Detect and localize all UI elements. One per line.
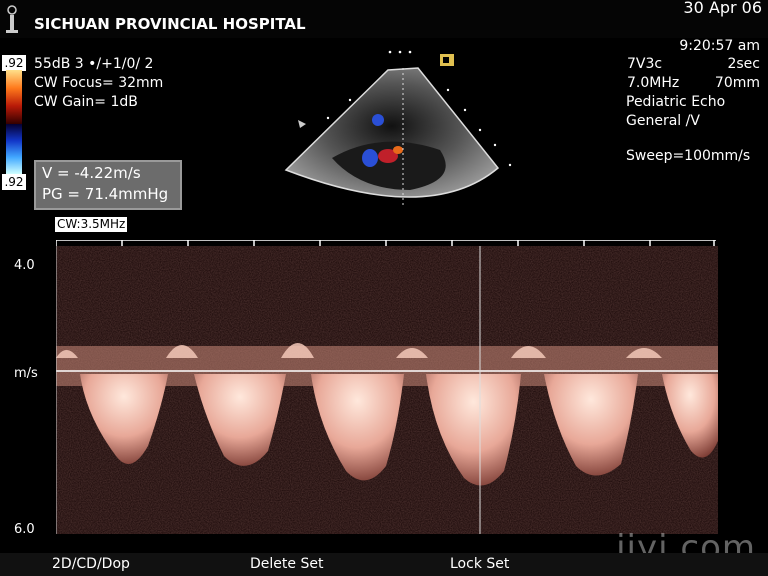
color-bar-positive — [6, 70, 22, 124]
color-scale-top: .92 — [2, 55, 26, 71]
exam-mode: General /V — [626, 113, 700, 129]
velocity-readout: V = -4.22m/s — [42, 164, 141, 182]
velocity-axis-top: 4.0 — [14, 258, 35, 273]
doppler-spectrum — [56, 246, 718, 534]
color-bar-negative — [6, 124, 22, 174]
hospital-logo-icon — [6, 5, 18, 33]
color-scale-bottom: .92 — [2, 174, 26, 190]
orientation-marker-icon — [298, 120, 306, 128]
echo-sector-image — [284, 50, 512, 205]
cw-focus: CW Focus= 32mm — [34, 75, 164, 91]
delete-set-button[interactable]: Delete Set — [250, 556, 323, 572]
cw-frequency-label: CW:3.5MHz — [55, 217, 128, 232]
gain-settings: 55dB 3 •/+1/0/ 2 — [34, 56, 154, 72]
exam-date: 30 Apr 06 — [683, 0, 762, 17]
sweep-speed: Sweep=100mm/s — [626, 148, 751, 164]
velocity-axis-bottom: 6.0 — [14, 522, 35, 537]
probe-frequency: 7.0MHz — [627, 75, 680, 91]
image-depth: 70mm — [714, 75, 760, 91]
mode-2d-cd-dop-button[interactable]: 2D/CD/Dop — [52, 556, 130, 572]
lock-set-button[interactable]: Lock Set — [450, 556, 509, 572]
measurement-box: V = -4.22m/s PG = 71.4mmHg — [34, 160, 182, 210]
clock-time: 9:20:57 am — [679, 38, 760, 54]
exam-preset: Pediatric Echo — [626, 94, 726, 110]
pressure-gradient-readout: PG = 71.4mmHg — [42, 185, 169, 203]
time-interval: 2sec — [727, 56, 760, 72]
probe-name: 7V3c — [627, 56, 663, 72]
hospital-name: SICHUAN PROVINCIAL HOSPITAL — [34, 15, 306, 33]
cw-gain: CW Gain= 1dB — [34, 94, 138, 110]
velocity-axis-unit: m/s — [14, 366, 38, 381]
